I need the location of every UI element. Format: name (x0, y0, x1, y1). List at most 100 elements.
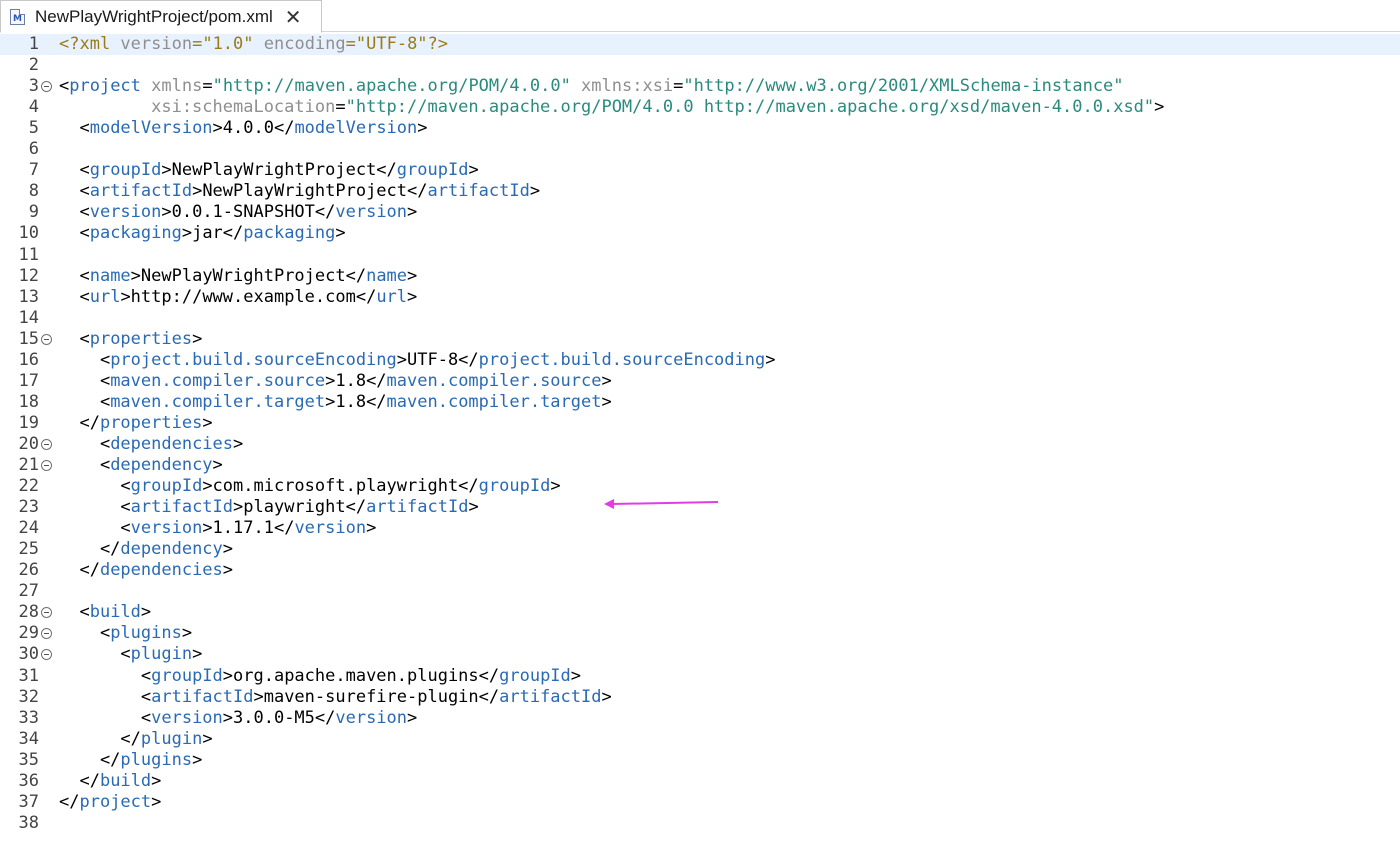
code-line[interactable]: 12 <name>NewPlayWrightProject</name> (0, 266, 1400, 287)
line-number: 34 (18, 728, 39, 749)
code-text: </properties> (59, 412, 212, 434)
xml-source-editor[interactable]: 1 <?xml version="1.0" encoding="UTF-8"?> 2… (0, 33, 1400, 864)
code-text: <project xmlns="http://maven.apache.org/… (59, 76, 1124, 97)
code-line[interactable]: 3 <project xmlns="http://maven.apache.org… (0, 76, 1400, 97)
code-token: > (192, 644, 203, 665)
code-line[interactable]: 6 (0, 139, 1400, 160)
code-token: artifactId (151, 686, 254, 707)
code-line[interactable]: 31 <groupId>org.apache.maven.plugins</gr… (0, 666, 1400, 687)
code-line[interactable]: 29 <plugins> (0, 623, 1400, 644)
code-token: >1.17.1</ (202, 518, 295, 539)
code-token: "1.0" (202, 34, 254, 54)
code-token: encoding (253, 34, 346, 54)
fold-toggle-icon[interactable] (41, 81, 52, 93)
line-number: 35 (18, 749, 39, 770)
code-token: > (765, 349, 776, 370)
code-line[interactable]: 13 <url>http://www.example.com</url> (0, 287, 1400, 308)
fold-toggle-icon[interactable] (41, 460, 52, 471)
code-text: <modelVersion>4.0.0</modelVersion> (59, 118, 427, 139)
code-line[interactable]: 2 (0, 55, 1400, 76)
code-token: maven.compiler.source (110, 370, 326, 391)
fold-toggle-icon[interactable] (41, 628, 52, 640)
code-token: > (601, 370, 612, 391)
code-line[interactable]: 36 </build> (0, 771, 1400, 792)
fold-toggle-icon[interactable] (41, 333, 52, 345)
code-token: build (99, 770, 152, 791)
code-line[interactable]: 14 (0, 308, 1400, 329)
code-token: > (233, 433, 244, 454)
code-line[interactable]: 26 </dependencies> (0, 560, 1400, 581)
code-token: build (89, 602, 141, 623)
line-number: 12 (18, 265, 39, 286)
code-token: </ (59, 412, 100, 433)
code-token: > (140, 602, 152, 623)
code-line[interactable]: 5 <modelVersion>4.0.0</modelVersion> (0, 118, 1400, 139)
line-number: 26 (18, 560, 39, 581)
fold-toggle-icon[interactable] (41, 607, 52, 619)
code-line[interactable]: 19 </properties> (0, 413, 1400, 434)
line-number: 9 (28, 202, 39, 223)
code-token: < (59, 518, 131, 539)
code-token: = (673, 76, 684, 97)
code-token: dependencies (110, 433, 234, 454)
tab-pom-xml[interactable]: M NewPlayWrightProject/pom.xml ✕ (0, 0, 322, 33)
code-line[interactable]: 21 <dependency> (0, 455, 1400, 476)
code-line[interactable]: 38 (0, 813, 1400, 834)
code-line[interactable]: 24 <version>1.17.1</version> (0, 518, 1400, 539)
code-token: modelVersion (89, 118, 213, 139)
line-number: 23 (18, 497, 39, 518)
code-token: >http://www.example.com</ (120, 286, 377, 307)
code-token: artifactId (130, 497, 234, 518)
code-token: name (89, 265, 131, 286)
code-line[interactable]: 15 <properties> (0, 329, 1400, 350)
code-token: >UTF-8</ (396, 349, 479, 370)
code-token: properties (99, 412, 203, 433)
code-line[interactable]: 33 <version>3.0.0-M5</version> (0, 708, 1400, 729)
code-line[interactable]: 16 <project.build.sourceEncoding>UTF-8</… (0, 350, 1400, 371)
code-text: <maven.compiler.source>1.8</maven.compil… (59, 371, 612, 392)
code-line[interactable]: 25 </dependency> (0, 539, 1400, 560)
code-text: <dependency> (59, 455, 223, 476)
code-line[interactable]: 37 </project> (0, 792, 1400, 813)
code-line[interactable]: 9 <version>0.0.1-SNAPSHOT</version> (0, 202, 1400, 223)
code-token: < (59, 118, 90, 139)
code-text: <packaging>jar</packaging> (59, 223, 346, 244)
code-token: >3.0.0-M5</ (222, 707, 336, 728)
code-token: dependencies (99, 560, 223, 581)
code-line[interactable]: 32 <artifactId>maven-surefire-plugin</ar… (0, 687, 1400, 708)
code-line[interactable]: 1 <?xml version="1.0" encoding="UTF-8"?> (0, 34, 1400, 55)
code-line[interactable]: 28 <build> (0, 602, 1400, 623)
code-token: < (59, 286, 90, 307)
code-line[interactable]: 4 xsi:schemaLocation="http://maven.apach… (0, 97, 1400, 118)
line-number: 10 (18, 223, 39, 244)
code-token: > (529, 181, 541, 202)
code-line[interactable]: 18 <maven.compiler.target>1.8</maven.com… (0, 392, 1400, 413)
code-token: </ (59, 770, 100, 791)
code-token: groupId (478, 476, 551, 497)
code-line[interactable]: 30 <plugin> (0, 644, 1400, 665)
code-line[interactable]: 8 <artifactId>NewPlayWrightProject</arti… (0, 181, 1400, 202)
code-line[interactable]: 17 <maven.compiler.source>1.8</maven.com… (0, 371, 1400, 392)
code-token: > (192, 749, 203, 770)
fold-toggle-icon[interactable] (41, 438, 52, 450)
code-text: <url>http://www.example.com</url> (59, 287, 417, 308)
close-icon[interactable]: ✕ (285, 7, 302, 27)
code-line[interactable]: 35 </plugins> (0, 750, 1400, 771)
code-token: > (335, 223, 346, 244)
code-token: version (151, 707, 223, 728)
code-text: </dependency> (59, 539, 233, 560)
line-number: 21 (18, 455, 39, 475)
code-line[interactable]: 7 <groupId>NewPlayWrightProject</groupId… (0, 160, 1400, 181)
code-line[interactable]: 10 <packaging>jar</packaging> (0, 223, 1400, 244)
line-number: 8 (28, 181, 39, 202)
fold-toggle-icon[interactable] (41, 649, 52, 661)
line-number: 4 (28, 97, 39, 118)
code-token: < (59, 349, 111, 370)
code-line[interactable]: 11 (0, 245, 1400, 266)
code-token: </ (59, 791, 80, 812)
code-line[interactable]: 20 <dependencies> (0, 434, 1400, 455)
code-line[interactable]: 27 (0, 581, 1400, 602)
code-token: < (59, 476, 131, 497)
code-token: <?xml (59, 34, 121, 54)
code-line[interactable]: 34 </plugin> (0, 729, 1400, 750)
